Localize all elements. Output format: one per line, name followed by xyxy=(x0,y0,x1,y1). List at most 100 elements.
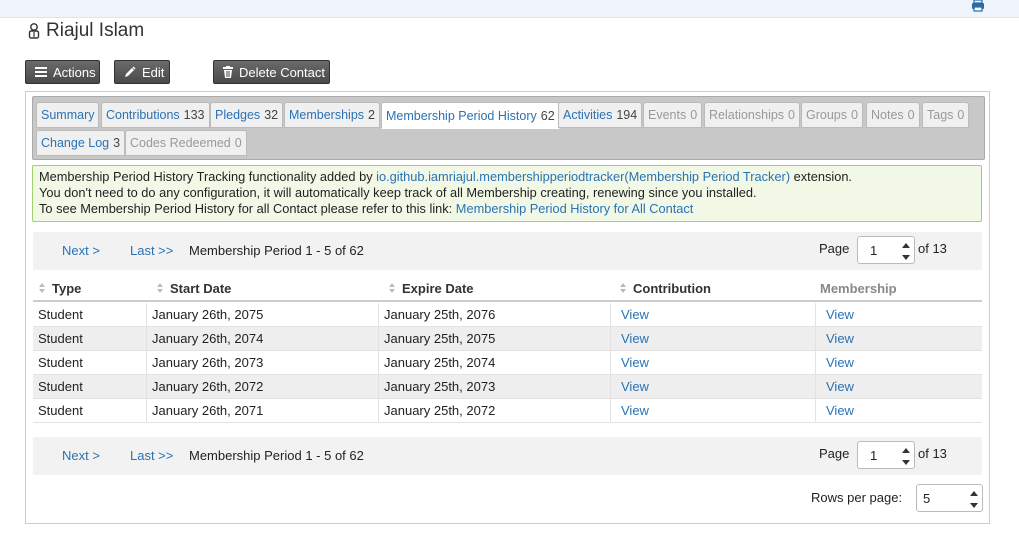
column-header-type[interactable]: Type xyxy=(39,281,81,296)
contact-panel: Summary Contributions 133 Pledges 32 Membe… xyxy=(25,91,990,524)
cell-contribution: View xyxy=(610,351,815,375)
cell-type: Student xyxy=(38,355,83,370)
column-header-contribution[interactable]: Contribution xyxy=(620,281,711,296)
edit-button[interactable]: Edit xyxy=(114,60,170,84)
print-icon[interactable] xyxy=(971,0,985,12)
trash-icon xyxy=(223,66,233,78)
sort-icon xyxy=(620,283,627,294)
spin-down-icon[interactable] xyxy=(900,456,912,468)
table-row: Student January 26th, 2072 January 25th,… xyxy=(33,375,982,399)
tab-change-log[interactable]: Change Log 3 xyxy=(36,130,126,156)
view-membership-link[interactable]: View xyxy=(821,331,854,346)
view-membership-link[interactable]: View xyxy=(821,403,854,418)
cell-expire-date: January 25th, 2075 xyxy=(378,327,610,351)
tab-pledges[interactable]: Pledges 32 xyxy=(210,102,284,128)
sort-icon xyxy=(389,283,396,294)
tab-membership-period-history[interactable]: Membership Period History 62 xyxy=(381,102,560,129)
cell-type: Student xyxy=(38,379,83,394)
cell-start-date: January 26th, 2072 xyxy=(146,375,378,399)
sort-icon xyxy=(157,283,164,294)
next-page-link[interactable]: Next > xyxy=(62,243,100,258)
sort-icon xyxy=(39,283,46,294)
menu-icon xyxy=(35,67,47,77)
spin-up-icon[interactable] xyxy=(900,444,912,456)
tab-tags[interactable]: Tags 0 xyxy=(922,102,970,128)
cell-start-date: January 26th, 2075 xyxy=(146,303,378,327)
extension-notice: Membership Period History Tracking funct… xyxy=(32,165,982,222)
page-label: Page xyxy=(819,241,850,256)
tab-groups[interactable]: Groups 0 xyxy=(801,102,863,128)
cell-start-date: January 26th, 2071 xyxy=(146,399,378,423)
page-number-field[interactable] xyxy=(858,237,898,263)
table-row: Student January 26th, 2074 January 25th,… xyxy=(33,327,982,351)
view-contribution-link[interactable]: View xyxy=(616,403,649,418)
column-header-expire-date[interactable]: Expire Date xyxy=(389,281,474,296)
tab-events[interactable]: Events 0 xyxy=(643,102,703,128)
tab-notes[interactable]: Notes 0 xyxy=(866,102,920,128)
next-page-link[interactable]: Next > xyxy=(62,448,100,463)
actions-button[interactable]: Actions xyxy=(25,60,100,84)
tab-activities[interactable]: Activities 194 xyxy=(558,102,643,128)
rows-per-page-field[interactable] xyxy=(917,485,965,511)
cell-expire-date: January 25th, 2072 xyxy=(378,399,610,423)
column-header-start-date[interactable]: Start Date xyxy=(157,281,231,296)
view-membership-link[interactable]: View xyxy=(821,307,854,322)
view-contribution-link[interactable]: View xyxy=(616,379,649,394)
last-page-link[interactable]: Last >> xyxy=(130,448,173,463)
delete-contact-label: Delete Contact xyxy=(239,64,325,80)
cell-contribution: View xyxy=(610,303,815,327)
cell-type: Student xyxy=(38,307,83,322)
cell-membership: View xyxy=(815,327,982,351)
cell-start-date: January 26th, 2073 xyxy=(146,351,378,375)
spin-down-icon[interactable] xyxy=(968,499,980,511)
pager-range: Membership Period 1 - 5 of 62 xyxy=(189,448,364,463)
page-label: Page xyxy=(819,446,850,461)
tab-contributions[interactable]: Contributions 133 xyxy=(101,102,210,128)
edit-button-label: Edit xyxy=(142,64,165,80)
cell-type: Student xyxy=(38,331,83,346)
cell-membership: View xyxy=(815,399,982,423)
top-bar xyxy=(0,0,1019,18)
actions-button-label: Actions xyxy=(53,64,96,80)
spin-up-icon[interactable] xyxy=(900,239,912,251)
tab-memberships[interactable]: Memberships 2 xyxy=(284,102,380,128)
spin-down-icon[interactable] xyxy=(900,251,912,263)
cell-contribution: View xyxy=(610,399,815,423)
view-membership-link[interactable]: View xyxy=(821,379,854,394)
total-pages: of 13 xyxy=(918,446,947,461)
notice-line-2: You don't need to do any configuration, … xyxy=(39,185,757,200)
extension-link[interactable]: io.github.iamriajul.membershipperiodtrac… xyxy=(376,169,790,184)
tab-codes-redeemed[interactable]: Codes Redeemed 0 xyxy=(125,130,247,156)
table-row: Student January 26th, 2075 January 25th,… xyxy=(33,303,982,327)
last-page-link[interactable]: Last >> xyxy=(130,243,173,258)
contact-name: Riajul Islam xyxy=(46,20,145,41)
delete-contact-button[interactable]: Delete Contact xyxy=(213,60,330,84)
pencil-icon xyxy=(124,66,136,78)
page-number-field[interactable] xyxy=(858,442,898,468)
cell-membership: View xyxy=(815,303,982,327)
view-contribution-link[interactable]: View xyxy=(616,307,649,322)
cell-contribution: View xyxy=(610,375,815,399)
table-header: Type Start Date Expire Date Contribution… xyxy=(33,275,982,302)
tab-bar: Summary Contributions 133 Pledges 32 Membe… xyxy=(32,96,985,160)
total-pages: of 13 xyxy=(918,241,947,256)
spin-up-icon[interactable] xyxy=(968,487,980,499)
rows-per-page-input[interactable] xyxy=(916,484,983,512)
view-membership-link[interactable]: View xyxy=(821,355,854,370)
cell-membership: View xyxy=(815,375,982,399)
cell-expire-date: January 25th, 2076 xyxy=(378,303,610,327)
cell-start-date: January 26th, 2074 xyxy=(146,327,378,351)
cell-contribution: View xyxy=(610,327,815,351)
rows-per-page-label: Rows per page: xyxy=(811,490,903,505)
view-contribution-link[interactable]: View xyxy=(616,331,649,346)
cell-membership: View xyxy=(815,351,982,375)
tab-summary[interactable]: Summary xyxy=(36,102,100,128)
all-contacts-history-link[interactable]: Membership Period History for All Contac… xyxy=(456,201,694,216)
page-number-input[interactable] xyxy=(857,236,915,264)
tab-relationships[interactable]: Relationships 0 xyxy=(704,102,800,128)
page-number-input[interactable] xyxy=(857,441,915,469)
view-contribution-link[interactable]: View xyxy=(616,355,649,370)
cell-expire-date: January 25th, 2074 xyxy=(378,351,610,375)
contact-person-icon xyxy=(28,23,40,39)
cell-expire-date: January 25th, 2073 xyxy=(378,375,610,399)
